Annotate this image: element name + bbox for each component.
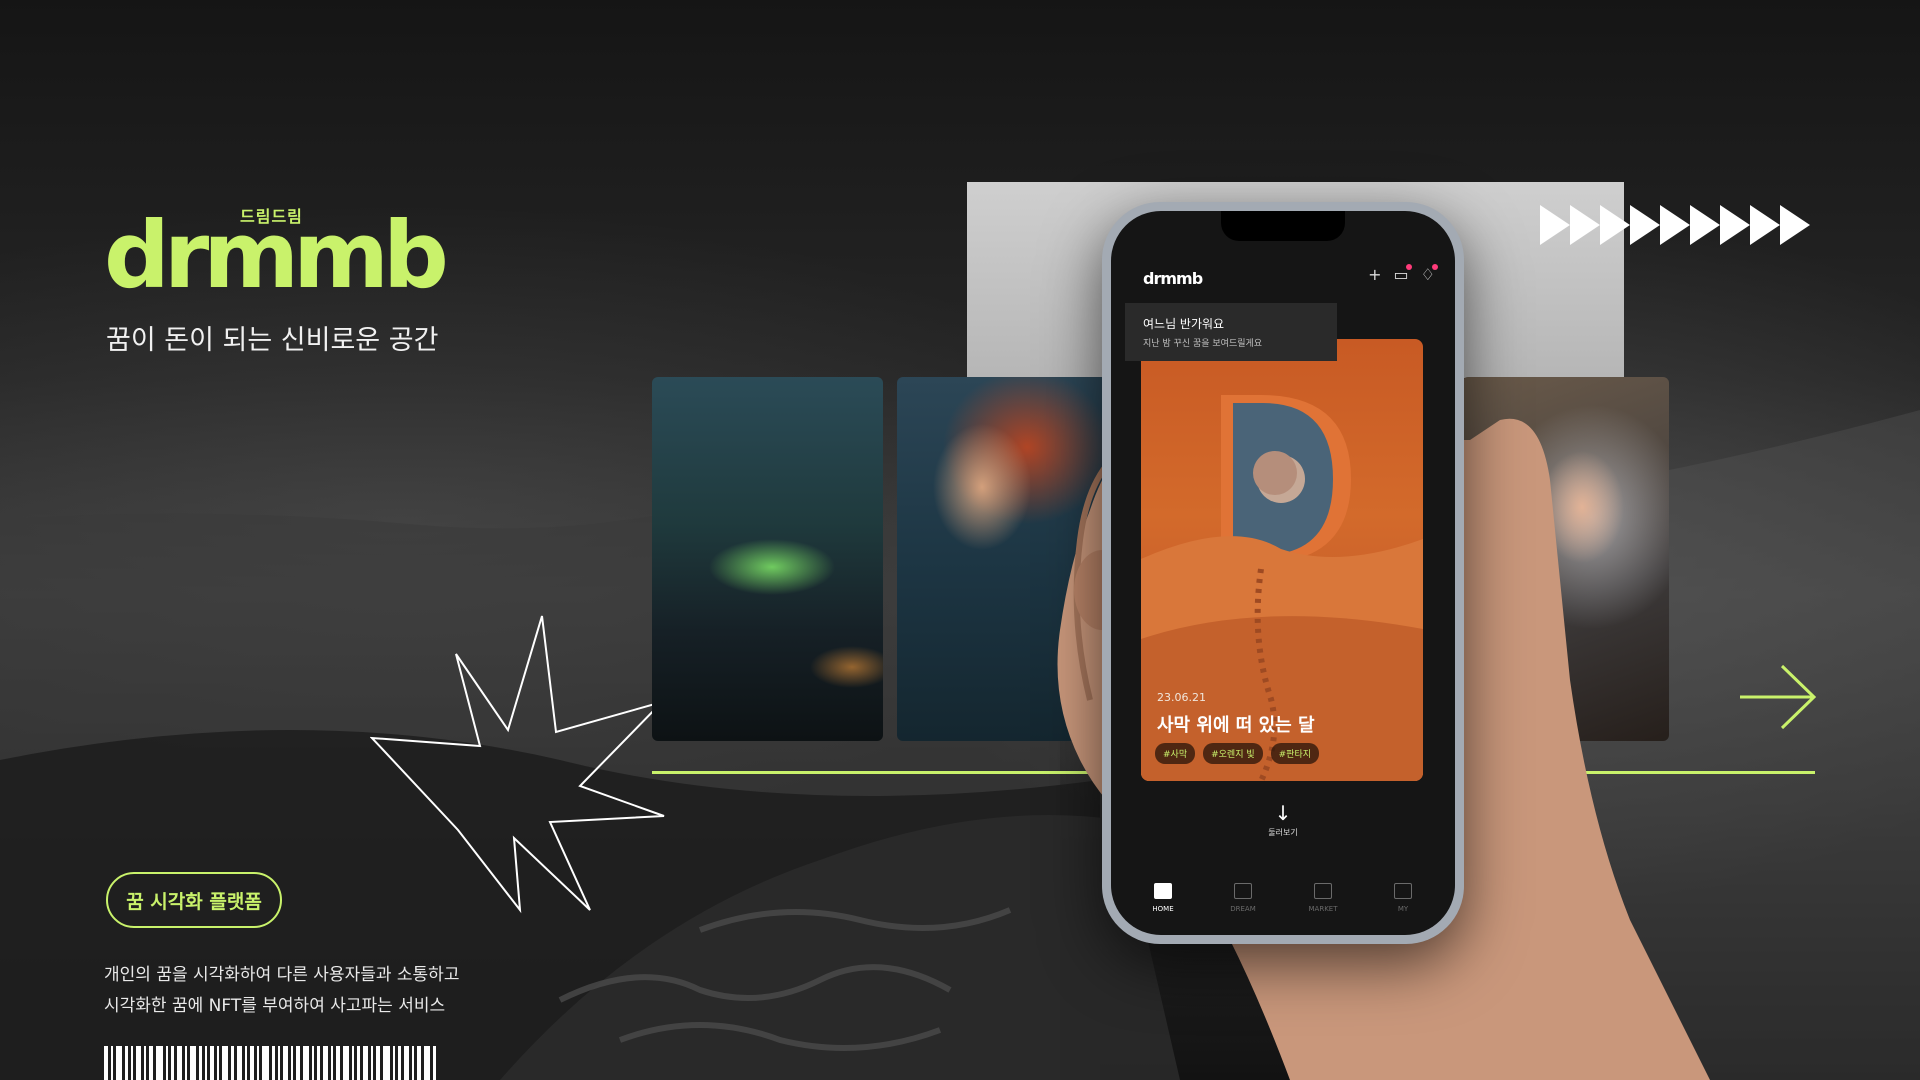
- tab-home[interactable]: HOME: [1133, 883, 1193, 913]
- browse-more-label: 둘러보기: [1268, 828, 1298, 837]
- tab-market[interactable]: MARKET: [1293, 883, 1353, 913]
- featured-dream-card[interactable]: 23.06.21 사막 위에 떠 있는 달 #사막 #오렌지 빛 #판타지: [1141, 339, 1423, 781]
- description-line-1: 개인의 꿈을 시각화하여 다른 사용자들과 소통하고: [104, 965, 460, 985]
- brand-tagline: 꿈이 돈이 되는 신비로운 공간: [106, 325, 439, 356]
- dream-title: 사막 위에 떠 있는 달: [1157, 715, 1315, 736]
- phone-mockup: drmmb + ▭ ♢ 여느님 반가워요 지난 밤 꾸신 꿈을 보여드릴게요 2…: [1102, 202, 1464, 944]
- bed-icon: [1234, 883, 1252, 899]
- arrow-down-icon: ↓: [1274, 801, 1292, 825]
- phone-screen: drmmb + ▭ ♢ 여느님 반가워요 지난 밤 꾸신 꿈을 보여드릴게요 2…: [1111, 211, 1455, 935]
- bell-icon[interactable]: ♢: [1421, 264, 1438, 283]
- user-icon: [1394, 883, 1412, 899]
- service-description: 개인의 꿈을 시각화하여 다른 사용자들과 소통하고 시각화한 꿈에 NFT를 …: [104, 960, 459, 1022]
- platform-pill-badge: 꿈 시각화 플랫폼: [106, 872, 282, 928]
- dream-tag[interactable]: #오렌지 빛: [1203, 743, 1263, 764]
- tab-label: DREAM: [1230, 905, 1256, 913]
- description-line-2: 시각화한 꿈에 NFT를 부여하여 사고파는 서비스: [104, 996, 446, 1016]
- welcome-title: 여느님 반가워요: [1143, 317, 1225, 331]
- fast-forward-chevrons-icon: [1540, 205, 1810, 245]
- tab-label: MY: [1397, 905, 1409, 913]
- plus-icon[interactable]: +: [1368, 267, 1381, 283]
- next-arrow-icon[interactable]: [1738, 662, 1818, 732]
- calendar-icon[interactable]: ▭: [1394, 264, 1412, 283]
- tab-my[interactable]: MY: [1373, 883, 1433, 913]
- browse-more-button[interactable]: ↓ 둘러보기: [1111, 803, 1455, 838]
- home-icon: [1154, 883, 1172, 899]
- bottom-tab-bar: HOME DREAM MARKET MY: [1111, 883, 1455, 913]
- barcode-decoration: [104, 1046, 480, 1080]
- dream-card-car[interactable]: [652, 377, 883, 741]
- welcome-banner: 여느님 반가워요 지난 밤 꾸신 꿈을 보여드릴게요: [1125, 303, 1337, 361]
- starburst-icon: [370, 615, 666, 914]
- app-top-icons: + ▭ ♢: [1368, 264, 1438, 283]
- dream-tag[interactable]: #판타지: [1270, 743, 1320, 764]
- tab-label: MARKET: [1308, 905, 1338, 913]
- brand-logo: drmmb: [104, 202, 449, 309]
- tab-dream[interactable]: DREAM: [1213, 883, 1273, 913]
- market-icon: [1314, 883, 1332, 899]
- tab-label: HOME: [1152, 905, 1174, 913]
- dream-tags: #사막 #오렌지 빛 #판타지: [1155, 743, 1320, 764]
- welcome-subtitle: 지난 밤 꾸신 꿈을 보여드릴게요: [1143, 339, 1263, 349]
- phone-notch: [1221, 211, 1345, 241]
- dream-tag[interactable]: #사막: [1155, 743, 1196, 764]
- dream-date: 23.06.21: [1157, 691, 1206, 704]
- app-logo: drmmb: [1143, 269, 1203, 288]
